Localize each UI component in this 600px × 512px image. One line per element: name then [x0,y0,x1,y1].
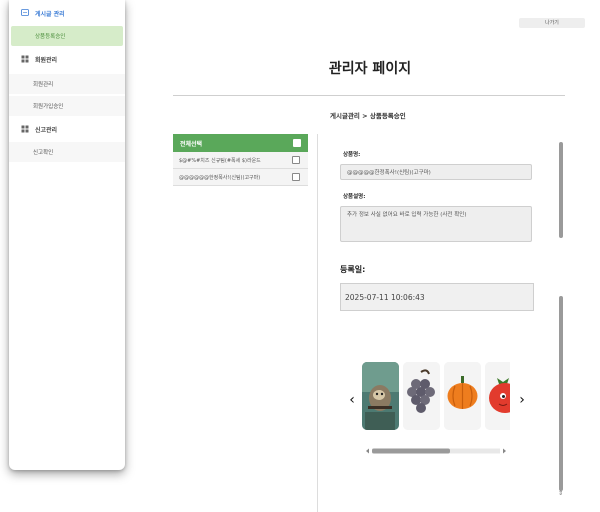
scrollbar-thumb-top[interactable] [559,142,563,238]
grid-icon [21,55,29,63]
tomato-image[interactable] [485,362,510,430]
grid-icon [21,125,29,133]
carousel-scrollbar[interactable] [362,440,510,454]
product-desc-label: 상품설명: [343,194,366,200]
sidebar-item-label: 회원가입승인 [33,104,64,110]
detail-scrollbar[interactable]: ⇕ [558,136,564,512]
product-name-label: 상품명: [343,152,361,158]
list-item-label: @@@@@@한정폭사!(신팀)(고구마) [179,174,261,181]
sidebar-item-label: 신고확인 [33,150,54,156]
carousel-thumbnails [362,362,510,432]
panel-divider [317,134,318,512]
list-item-label: $@#%#치즈 신규팀(#폭세 $)라운드 [179,157,261,164]
sidebar-item-product-approval[interactable]: 상품등록승인 [11,26,123,46]
list-item[interactable]: $@#%#치즈 신규팀(#폭세 $)라운드 [173,152,308,169]
sidebar-section-members[interactable]: 회원관리 [9,48,125,70]
breadcrumb: 게시글관리 > 상품등록승인 [330,112,406,120]
sidebar-section-label: 게시글 관리 [35,10,65,18]
page-title: 관리자 페이지 [328,61,412,77]
sidebar-item-label: 상품등록승인 [35,34,66,40]
product-desc-field[interactable]: 추가 정보 사실 없어요 바로 입력 가능한 (사전 확인) [340,206,532,242]
list-item-checkbox[interactable] [292,173,300,181]
product-detail: 상품명: 상품설명: 추가 정보 사실 없어요 바로 입력 가능한 (사전 확인… [340,150,534,311]
sidebar: 게시글 관리 상품등록승인 회원관리 회원관리 회원가입승인 신고관리 신고확인 [9,0,125,470]
grape-image[interactable] [403,362,440,430]
list-item-checkbox[interactable] [292,156,300,164]
list-item[interactable]: @@@@@@한정폭사!(신팀)(고구마) [173,169,308,186]
select-all-label: 전체선택 [180,140,203,148]
select-all-checkbox[interactable] [293,139,301,147]
scroll-arrows-icon[interactable]: ⇕ [558,490,563,497]
document-icon [21,9,29,17]
register-date-label: 등록일: [340,265,366,274]
image-carousel: ‹ › [345,362,531,454]
carousel-next-button[interactable]: › [515,392,529,408]
sidebar-item-signup-approval[interactable]: 회원가입승인 [9,96,125,116]
pumpkin-image[interactable] [444,362,481,430]
sidebar-section-label: 신고관리 [35,126,58,134]
scrollbar-thumb[interactable] [559,296,563,491]
sidebar-section-posts[interactable]: 게시글 관리 [9,2,125,24]
sloth-image[interactable] [362,362,399,430]
sidebar-section-label: 회원관리 [35,56,58,64]
sidebar-item-report-check[interactable]: 신고확인 [9,142,125,162]
header-divider [173,95,565,96]
register-date-field: 2025-07-11 10:06:43 [340,283,534,311]
sidebar-section-reports[interactable]: 신고관리 [9,118,125,140]
carousel-prev-button[interactable]: ‹ [345,392,359,408]
product-name-field[interactable] [340,164,532,180]
sidebar-item-label: 회원관리 [33,82,54,88]
logout-button[interactable]: 나가기 [519,18,585,28]
sidebar-item-member-management[interactable]: 회원관리 [9,74,125,94]
select-all-row[interactable]: 전체선택 [173,134,308,152]
product-list: 전체선택 $@#%#치즈 신규팀(#폭세 $)라운드 @@@@@@한정폭사!(신… [173,134,308,186]
